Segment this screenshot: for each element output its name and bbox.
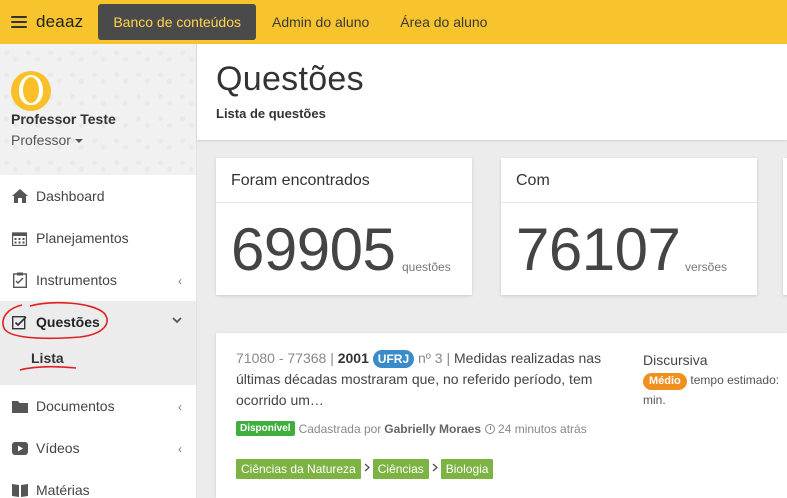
- sidebar: Professor Teste Professor Dashboard Plan…: [0, 44, 197, 498]
- stat-unit: questões: [402, 260, 451, 274]
- stat-card-partial: [783, 158, 787, 295]
- chevron-down-icon: [172, 313, 182, 327]
- subject-tag[interactable]: Ciências da Natureza: [236, 459, 361, 479]
- page-header: Questões Lista de questões: [197, 44, 787, 140]
- sidebar-item-label: Planejamentos: [36, 230, 129, 246]
- brand-logo[interactable]: deaaz: [36, 12, 83, 32]
- profile-role-dropdown[interactable]: Professor: [11, 132, 83, 148]
- estimated-time-label: tempo estimado:: [690, 373, 780, 387]
- sidebar-item-questoes[interactable]: Questões: [0, 301, 196, 343]
- question-summary[interactable]: 71080 - 77368 | 2001 UFRJ nº 3 | Medidas…: [236, 348, 616, 411]
- question-year: 2001: [337, 350, 369, 366]
- clock-icon: [485, 423, 496, 434]
- clipboard-icon: [11, 272, 28, 288]
- home-icon: [11, 188, 28, 204]
- sidebar-item-label: Questões: [36, 314, 100, 330]
- tab-admin-do-aluno[interactable]: Admin do aluno: [257, 4, 384, 40]
- caret-down-icon: [74, 139, 83, 144]
- sidebar-item-dashboard[interactable]: Dashboard: [0, 175, 196, 217]
- question-type: Discursiva: [643, 352, 708, 368]
- time-ago: 24 minutos atrás: [498, 421, 587, 436]
- tab-banco-de-conteudos[interactable]: Banco de conteúdos: [98, 4, 256, 40]
- institution-badge: UFRJ: [372, 350, 415, 368]
- subject-tag[interactable]: Ciências: [372, 459, 429, 479]
- profile-name: Professor Teste: [11, 111, 116, 127]
- stat-value: 76107: [516, 216, 681, 283]
- sidebar-item-planejamentos[interactable]: Planejamentos: [0, 217, 196, 259]
- sidebar-item-label: Documentos: [36, 398, 115, 414]
- stat-value: 69905: [231, 216, 396, 283]
- question-ids: 71080 - 77368 |: [236, 350, 334, 366]
- tab-area-do-aluno[interactable]: Área do aluno: [385, 4, 502, 40]
- question-info: Discursiva Médio tempo estimado: min.: [643, 350, 787, 410]
- subject-breadcrumb: Ciências da Natureza Ciências Biologia: [236, 459, 494, 479]
- question-meta: Disponível Cadastrada por Gabrielly Mora…: [236, 421, 587, 436]
- estimated-time-unit: min.: [643, 393, 666, 407]
- question-number: nº 3 |: [418, 350, 451, 366]
- play-icon: [11, 440, 28, 456]
- sidebar-item-materias[interactable]: Matérias: [0, 469, 196, 498]
- sidebar-item-documentos[interactable]: Documentos ‹: [0, 385, 196, 427]
- stat-card-versions: Com 76107 versões: [501, 158, 757, 295]
- sidebar-item-label: Matérias: [36, 482, 90, 498]
- stat-heading: Foram encontrados: [216, 158, 472, 203]
- sidebar-item-label: Dashboard: [36, 188, 105, 204]
- check-square-icon: [11, 314, 28, 330]
- registered-by-label: Cadastrada por: [298, 421, 382, 436]
- hamburger-menu-icon[interactable]: [11, 16, 27, 28]
- sidebar-submenu: Lista: [0, 343, 196, 385]
- profile-role-label: Professor: [11, 132, 71, 148]
- page-subtitle: Lista de questões: [216, 106, 326, 121]
- difficulty-badge: Médio: [643, 373, 687, 390]
- chevron-right-icon: [432, 463, 438, 475]
- status-badge: Disponível: [236, 421, 295, 436]
- author-name: Gabrielly Moraes: [384, 421, 482, 436]
- subject-tag[interactable]: Biologia: [440, 459, 494, 479]
- stat-card-questions: Foram encontrados 69905 questões: [216, 158, 472, 295]
- page-title: Questões: [216, 60, 364, 98]
- stat-unit: versões: [685, 260, 728, 274]
- folder-icon: [11, 398, 28, 414]
- sidebar-item-videos[interactable]: Vídeos ‹: [0, 427, 196, 469]
- avatar: [11, 71, 51, 111]
- chevron-left-icon: ‹: [178, 442, 182, 456]
- chevron-left-icon: ‹: [178, 400, 182, 414]
- sidebar-subitem-lista[interactable]: Lista: [0, 343, 196, 373]
- sidebar-item-instrumentos[interactable]: Instrumentos ‹: [0, 259, 196, 301]
- book-icon: [11, 482, 28, 498]
- profile-panel: Professor Teste Professor: [0, 44, 196, 175]
- top-navbar: deaaz Banco de conteúdos Admin do aluno …: [0, 0, 787, 44]
- stat-heading: Com: [501, 158, 757, 203]
- sidebar-item-label: Vídeos: [36, 440, 80, 456]
- chevron-left-icon: ‹: [178, 274, 182, 288]
- sidebar-menu: Dashboard Planejamentos Instrumentos ‹ Q…: [0, 175, 196, 498]
- sidebar-item-label: Instrumentos: [36, 272, 117, 288]
- calendar-icon: [11, 230, 28, 246]
- chevron-right-icon: [364, 463, 370, 475]
- question-card[interactable]: 71080 - 77368 | 2001 UFRJ nº 3 | Medidas…: [216, 333, 787, 498]
